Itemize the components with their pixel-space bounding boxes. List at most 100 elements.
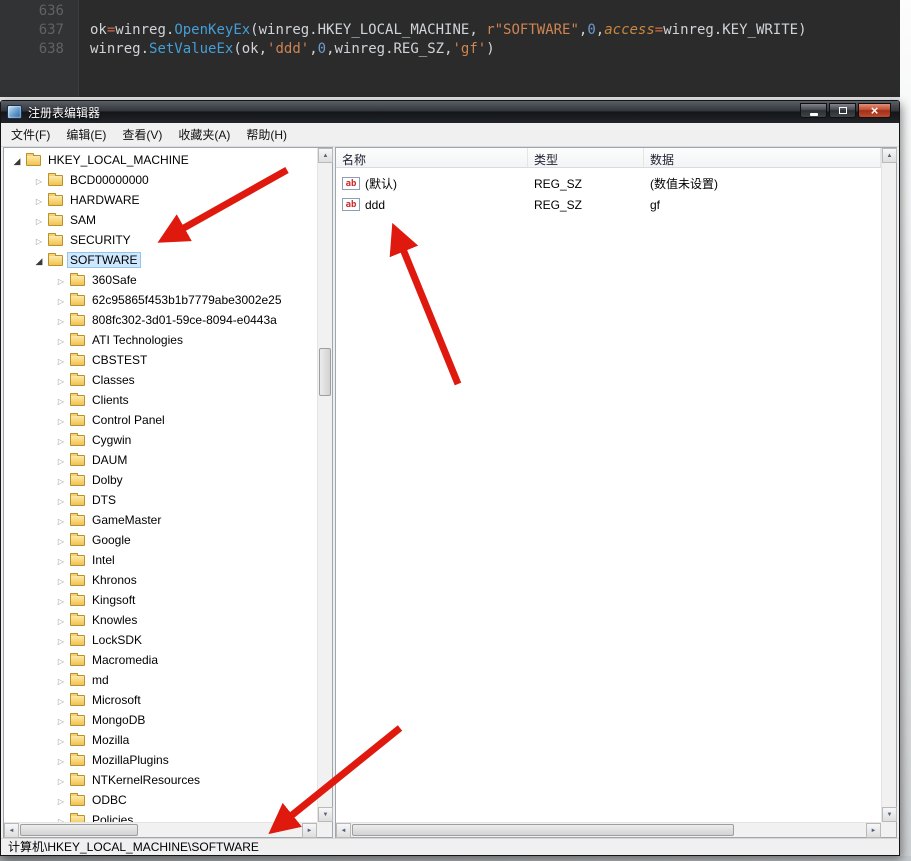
expand-icon[interactable]: [54, 393, 68, 407]
tree-item-software[interactable]: SOFTWARE: [4, 250, 317, 270]
expand-icon[interactable]: [54, 673, 68, 687]
scrollbar-thumb[interactable]: [352, 824, 734, 836]
expand-icon[interactable]: [54, 693, 68, 707]
expand-icon[interactable]: [54, 613, 68, 627]
scroll-left-button[interactable]: ◄: [336, 823, 351, 838]
expand-icon[interactable]: [54, 413, 68, 427]
tree-item-360safe[interactable]: 360Safe: [4, 270, 317, 290]
tree-item-62c95865f453b1b7779abe3002e25[interactable]: 62c95865f453b1b7779abe3002e25: [4, 290, 317, 310]
maximize-button[interactable]: [829, 103, 856, 118]
column-header-0[interactable]: 名称: [336, 148, 528, 167]
column-header-2[interactable]: 数据: [644, 148, 881, 167]
expand-icon[interactable]: [54, 653, 68, 667]
expand-icon[interactable]: [32, 213, 46, 227]
collapse-icon[interactable]: [10, 153, 24, 167]
expand-icon[interactable]: [54, 553, 68, 567]
expand-icon[interactable]: [54, 753, 68, 767]
tree-item-mozillaplugins[interactable]: MozillaPlugins: [4, 750, 317, 770]
expand-icon[interactable]: [54, 593, 68, 607]
tree-item-knowles[interactable]: Knowles: [4, 610, 317, 630]
tree-item-mozilla[interactable]: Mozilla: [4, 730, 317, 750]
scroll-up-button[interactable]: ▲: [882, 148, 897, 163]
tree-item-sam[interactable]: SAM: [4, 210, 317, 230]
expand-icon[interactable]: [54, 453, 68, 467]
minimize-button[interactable]: [800, 103, 827, 118]
tree-item-clients[interactable]: Clients: [4, 390, 317, 410]
expand-icon[interactable]: [54, 733, 68, 747]
tree-item-kingsoft[interactable]: Kingsoft: [4, 590, 317, 610]
tree-item-hkey-local-machine[interactable]: HKEY_LOCAL_MACHINE: [4, 150, 317, 170]
expand-icon[interactable]: [54, 773, 68, 787]
tree-item-security[interactable]: SECURITY: [4, 230, 317, 250]
tree-item-cbstest[interactable]: CBSTEST: [4, 350, 317, 370]
expand-icon[interactable]: [32, 193, 46, 207]
column-header-1[interactable]: 类型: [528, 148, 644, 167]
menu-item-2[interactable]: 查看(V): [114, 123, 170, 146]
tree-item-daum[interactable]: DAUM: [4, 450, 317, 470]
expand-icon[interactable]: [54, 313, 68, 327]
menu-item-3[interactable]: 收藏夹(A): [170, 123, 238, 146]
expand-icon[interactable]: [54, 793, 68, 807]
scrollbar-thumb[interactable]: [20, 824, 138, 836]
menu-item-1[interactable]: 编辑(E): [58, 123, 114, 146]
expand-icon[interactable]: [54, 533, 68, 547]
scroll-down-button[interactable]: ▼: [318, 807, 333, 822]
code-editor[interactable]: 636637ok=winreg.OpenKeyEx(winreg.HKEY_LO…: [0, 0, 903, 97]
tree-item-locksdk[interactable]: LockSDK: [4, 630, 317, 650]
tree-item-gamemaster[interactable]: GameMaster: [4, 510, 317, 530]
collapse-icon[interactable]: [32, 253, 46, 267]
expand-icon[interactable]: [32, 173, 46, 187]
expand-icon[interactable]: [54, 373, 68, 387]
expand-icon[interactable]: [54, 273, 68, 287]
values-vertical-scrollbar[interactable]: ▲ ▼: [881, 148, 896, 822]
expand-icon[interactable]: [54, 713, 68, 727]
expand-icon[interactable]: [54, 513, 68, 527]
expand-icon[interactable]: [54, 573, 68, 587]
tree-item-hardware[interactable]: HARDWARE: [4, 190, 317, 210]
tree-item-ati-technologies[interactable]: ATI Technologies: [4, 330, 317, 350]
tree-item-dolby[interactable]: Dolby: [4, 470, 317, 490]
expand-icon[interactable]: [54, 813, 68, 822]
scroll-up-button[interactable]: ▲: [318, 148, 333, 163]
menu-item-4[interactable]: 帮助(H): [238, 123, 295, 146]
tree-item-macromedia[interactable]: Macromedia: [4, 650, 317, 670]
tree-item-bcd00000000[interactable]: BCD00000000: [4, 170, 317, 190]
expand-icon[interactable]: [54, 353, 68, 367]
expand-icon[interactable]: [32, 233, 46, 247]
menu-item-0[interactable]: 文件(F): [3, 123, 58, 146]
tree-item-ntkernelresources[interactable]: NTKernelResources: [4, 770, 317, 790]
tree-item-808fc302-3d01-59ce-8094-e0443a[interactable]: 808fc302-3d01-59ce-8094-e0443a: [4, 310, 317, 330]
expand-icon[interactable]: [54, 493, 68, 507]
tree-item-intel[interactable]: Intel: [4, 550, 317, 570]
scroll-down-button[interactable]: ▼: [882, 807, 897, 822]
scroll-right-button[interactable]: ►: [302, 823, 317, 838]
scroll-left-button[interactable]: ◄: [4, 823, 19, 838]
values-column-headers: 名称类型数据: [336, 148, 881, 168]
expand-icon[interactable]: [54, 333, 68, 347]
code-editor-lines: 636637ok=winreg.OpenKeyEx(winreg.HKEY_LO…: [0, 2, 903, 59]
tree-item-microsoft[interactable]: Microsoft: [4, 690, 317, 710]
expand-icon[interactable]: [54, 433, 68, 447]
tree-item-policies[interactable]: Policies: [4, 810, 317, 822]
tree-item-odbc[interactable]: ODBC: [4, 790, 317, 810]
expand-icon[interactable]: [54, 293, 68, 307]
tree-item-khronos[interactable]: Khronos: [4, 570, 317, 590]
value-row[interactable]: abdddREG_SZgf: [336, 194, 881, 215]
values-horizontal-scrollbar[interactable]: ◄ ►: [336, 822, 881, 837]
tree-item-google[interactable]: Google: [4, 530, 317, 550]
window-titlebar[interactable]: 注册表编辑器: [1, 101, 899, 123]
tree-item-mongodb[interactable]: MongoDB: [4, 710, 317, 730]
tree-horizontal-scrollbar[interactable]: ◄ ►: [4, 822, 317, 837]
tree-item-cygwin[interactable]: Cygwin: [4, 430, 317, 450]
tree-item-control-panel[interactable]: Control Panel: [4, 410, 317, 430]
scroll-right-button[interactable]: ►: [866, 823, 881, 838]
scrollbar-thumb[interactable]: [319, 348, 331, 396]
tree-item-classes[interactable]: Classes: [4, 370, 317, 390]
tree-item-md[interactable]: md: [4, 670, 317, 690]
close-button[interactable]: [858, 103, 891, 118]
expand-icon[interactable]: [54, 633, 68, 647]
tree-item-dts[interactable]: DTS: [4, 490, 317, 510]
value-row[interactable]: ab(默认)REG_SZ(数值未设置): [336, 173, 881, 194]
tree-vertical-scrollbar[interactable]: ▲ ▼: [317, 148, 332, 822]
expand-icon[interactable]: [54, 473, 68, 487]
